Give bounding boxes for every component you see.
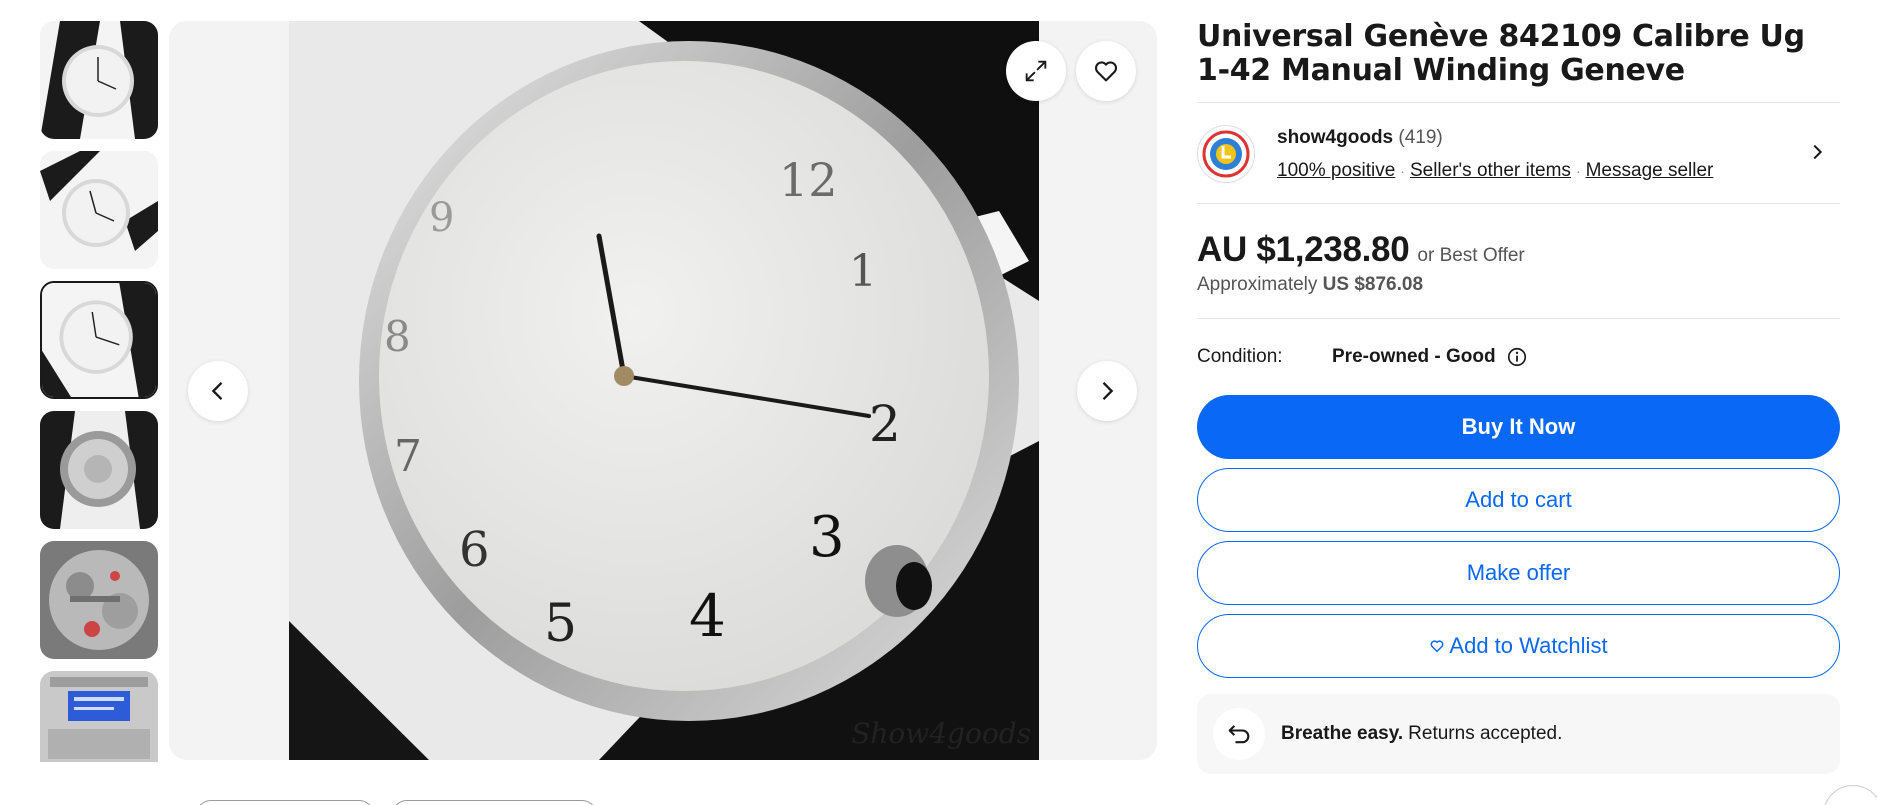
- chevron-right-icon[interactable]: [1806, 141, 1828, 163]
- seller-positive-link[interactable]: 100% positive: [1277, 160, 1395, 182]
- bottom-pill-button[interactable]: [392, 800, 597, 805]
- message-seller-link[interactable]: Message seller: [1586, 160, 1714, 182]
- condition-value: Pre-owned - Good: [1332, 345, 1496, 367]
- svg-text:4: 4: [689, 582, 726, 650]
- bottom-pill-button[interactable]: [196, 800, 374, 805]
- condition-label: Condition:: [1197, 345, 1283, 367]
- info-icon[interactable]: [1506, 346, 1528, 368]
- heart-icon: [1094, 61, 1118, 82]
- seller-links: 100% positive · Seller's other items · M…: [1277, 160, 1713, 182]
- returns-text: Returns accepted.: [1408, 723, 1563, 744]
- seller-feedback-count: (419): [1398, 126, 1443, 148]
- return-arrow-icon: [1228, 725, 1250, 744]
- chevron-left-icon: [211, 382, 223, 400]
- svg-text:7: 7: [394, 431, 422, 482]
- thumbnail-6[interactable]: [40, 671, 158, 762]
- price: AU $1,238.80: [1197, 230, 1410, 269]
- previous-image-button[interactable]: [188, 361, 248, 421]
- heart-icon: [1431, 640, 1444, 653]
- separator-dot: ·: [1400, 162, 1405, 179]
- add-to-cart-button[interactable]: Add to cart: [1197, 468, 1840, 532]
- separator-dot: ·: [1575, 162, 1581, 179]
- svg-text:5: 5: [544, 594, 577, 654]
- approx-label: Approximately: [1197, 274, 1318, 295]
- scroll-top-button[interactable]: [1823, 785, 1877, 805]
- price-block: AU $1,238.80 or Best Offer Approximately…: [1197, 204, 1840, 318]
- approx-price: Approximately US $876.08: [1197, 274, 1840, 296]
- svg-text:8: 8: [384, 312, 411, 361]
- seller-other-items-link[interactable]: Seller's other items: [1410, 160, 1571, 182]
- watch-photo: 12 1 2 3 4 5 6 7 8 9: [169, 21, 1157, 760]
- expand-button[interactable]: [1006, 41, 1066, 101]
- condition-row: Condition: Pre-owned - Good: [1197, 319, 1840, 394]
- returns-banner: Breathe easy. Returns accepted.: [1197, 694, 1840, 774]
- seller-name[interactable]: show4goods: [1277, 127, 1393, 148]
- listing-title: Universal Genève 842109 Calibre Ug 1-42 …: [1197, 20, 1805, 90]
- thumbnail-5[interactable]: [40, 541, 158, 659]
- thumbnail-strip: [40, 21, 158, 762]
- approx-value: US $876.08: [1322, 274, 1424, 295]
- make-offer-button[interactable]: Make offer: [1197, 541, 1840, 605]
- expand-icon: [1025, 60, 1047, 82]
- seller-avatar[interactable]: [1197, 125, 1255, 183]
- svg-text:9: 9: [429, 195, 454, 241]
- thumbnail-1[interactable]: [40, 21, 158, 139]
- seller-logo-icon: [1202, 130, 1250, 178]
- svg-text:12: 12: [779, 153, 838, 207]
- chevron-right-icon: [1102, 382, 1114, 400]
- add-to-watchlist-button[interactable]: Add to Watchlist: [1197, 614, 1840, 678]
- svg-text:3: 3: [809, 505, 845, 570]
- returns-icon-wrap: [1213, 708, 1265, 760]
- buy-it-now-button[interactable]: Buy It Now: [1197, 395, 1840, 459]
- thumbnail-2[interactable]: [40, 151, 158, 269]
- best-offer-label: or Best Offer: [1417, 245, 1525, 266]
- watchlist-label: Add to Watchlist: [1449, 633, 1608, 658]
- seller-card[interactable]: show4goods (419) 100% positive · Seller'…: [1197, 103, 1840, 203]
- thumbnail-3[interactable]: [40, 281, 158, 399]
- thumbnail-4[interactable]: [40, 411, 158, 529]
- svg-text:1: 1: [849, 246, 877, 297]
- svg-text:2: 2: [869, 395, 901, 453]
- main-product-image[interactable]: 12 1 2 3 4 5 6 7 8 9 Show4goods: [169, 21, 1157, 760]
- returns-headline: Breathe easy.: [1281, 723, 1404, 744]
- seller-name-row: show4goods (419): [1277, 127, 1713, 149]
- next-image-button[interactable]: [1077, 361, 1137, 421]
- svg-text:6: 6: [459, 522, 490, 578]
- favorite-button[interactable]: [1076, 41, 1136, 101]
- listing-panel: Universal Genève 842109 Calibre Ug 1-42 …: [1197, 20, 1840, 774]
- image-watermark: Show4goods: [851, 717, 1031, 750]
